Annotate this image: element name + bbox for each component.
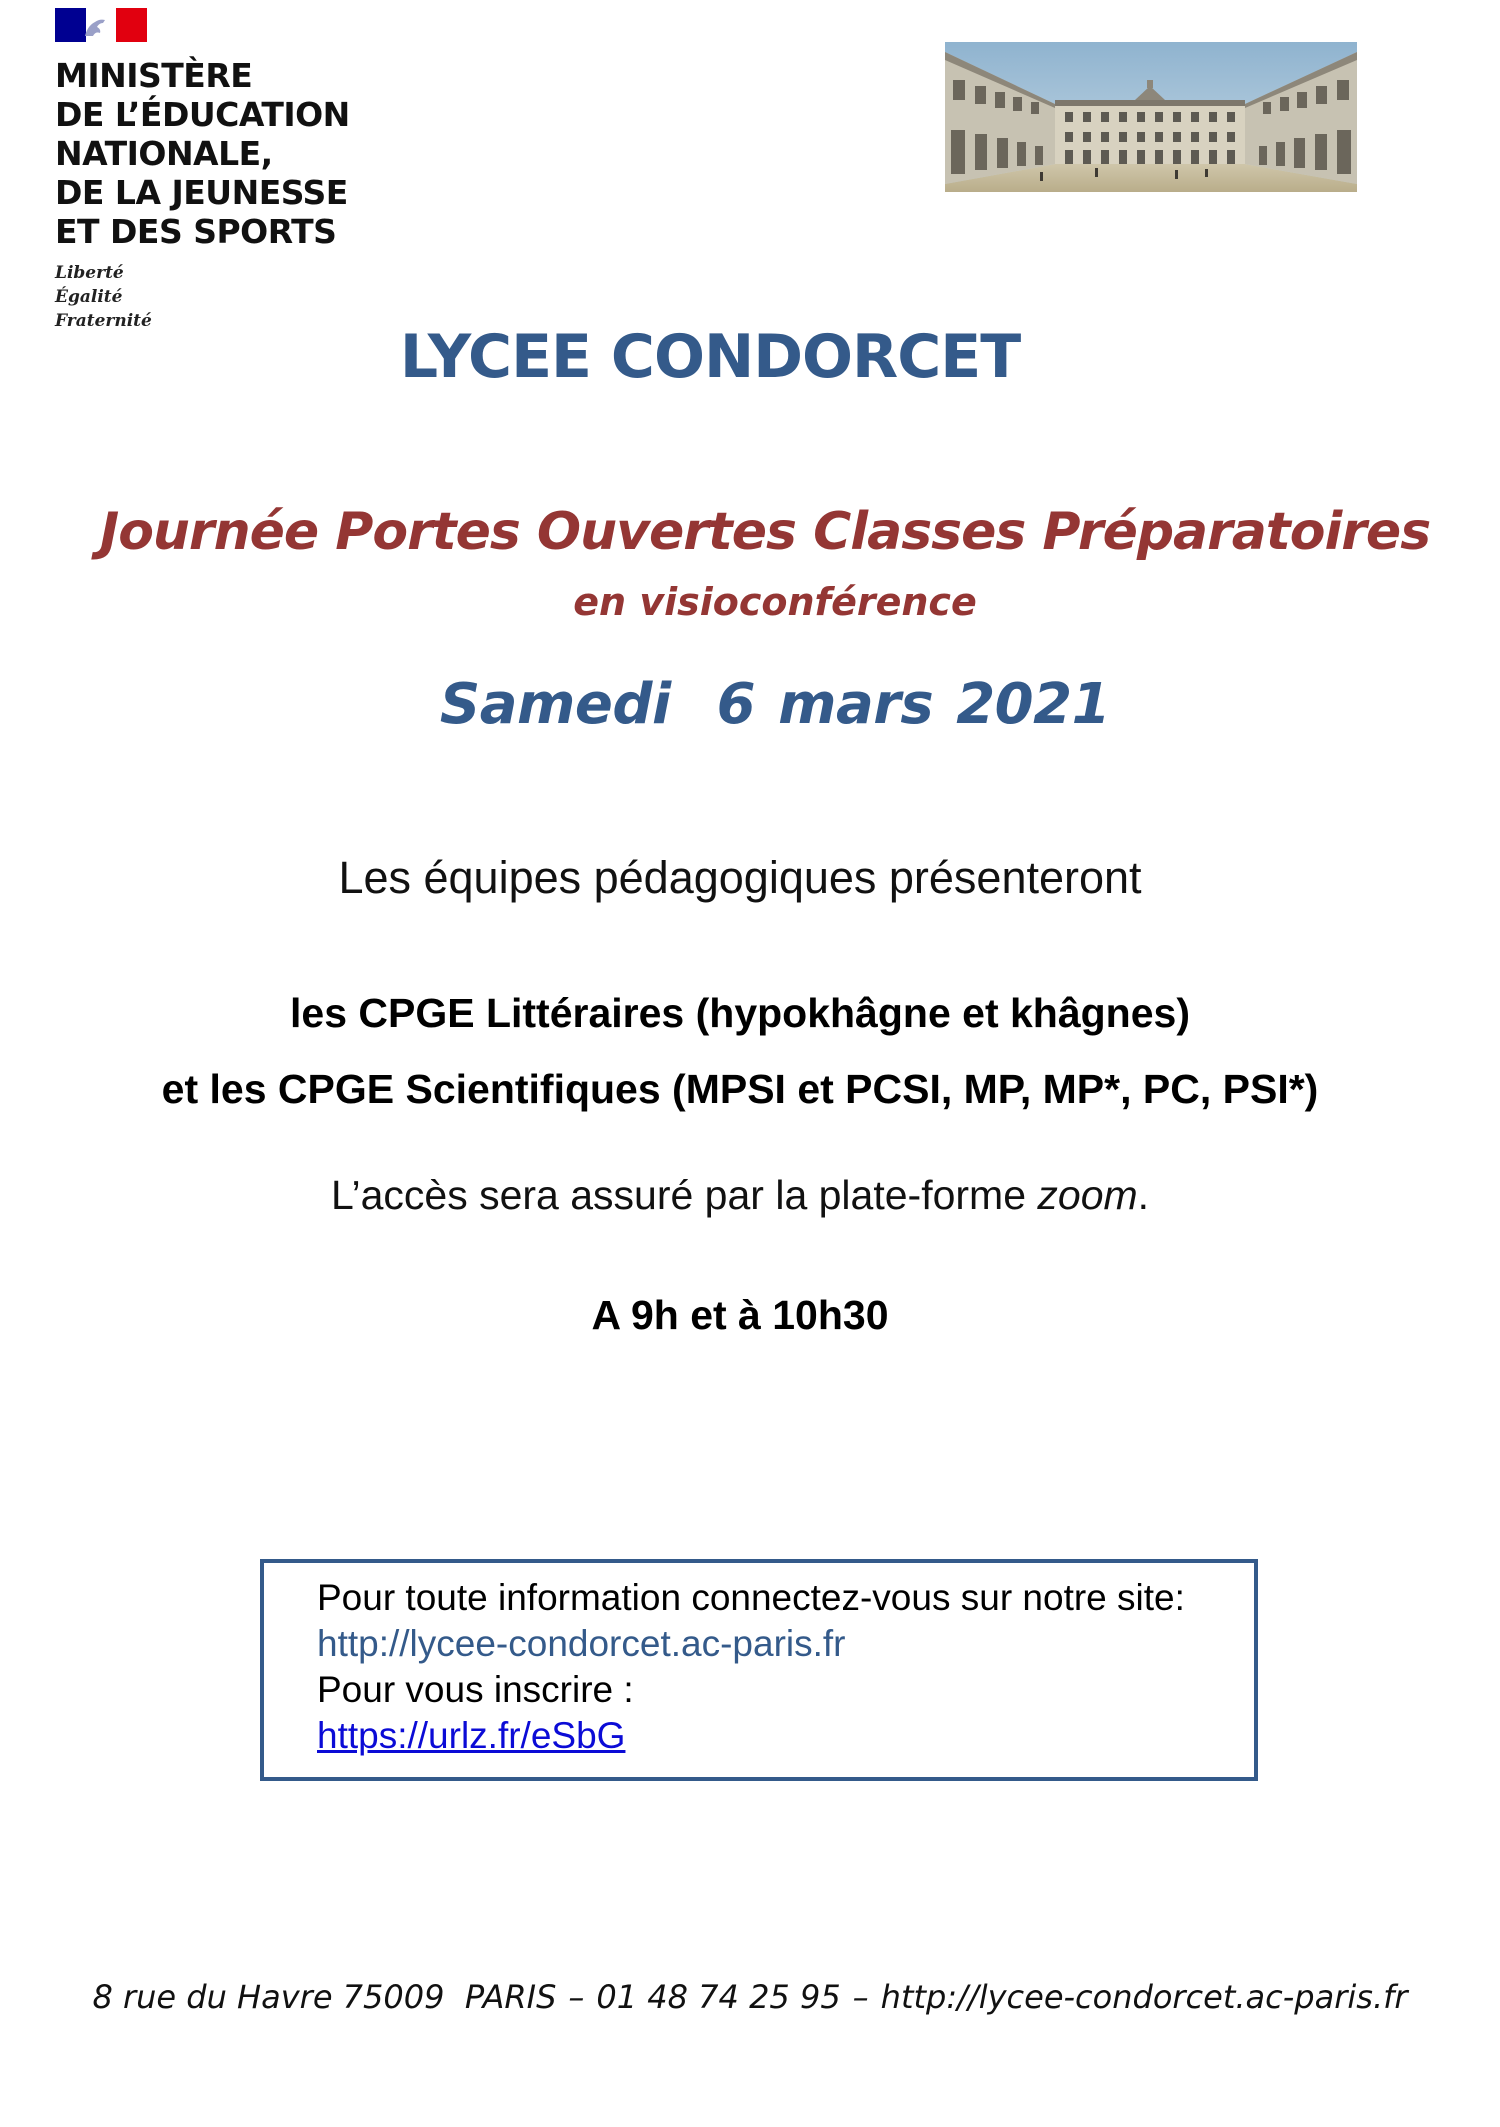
courtyard-engraving-icon [945,42,1357,192]
register-url-link[interactable]: https://urlz.fr/eSbG [317,1715,625,1756]
info-text: Pour toute information connectez-vous su… [317,1577,1185,1618]
ministry-name: MINISTÈRE DE L’ÉDUCATION NATIONALE, DE L… [55,56,385,251]
info-box: Pour toute information connectez-vous su… [260,1559,1258,1781]
event-title: Journée Portes Ouvertes Classes Préparat… [99,502,1431,562]
french-flag-icon [55,8,148,42]
event-date-text: Samedi 6 mars 2021 [439,672,1111,737]
event-format: en visioconférence [573,580,977,624]
ministry-name-line: DE LA JEUNESSE [55,173,348,212]
site-url-link[interactable]: http://lycee-condorcet.ac-paris.fr [317,1621,1254,1667]
ministry-name-line: MINISTÈRE [55,56,253,95]
cpge-literary-line: les CPGE Littéraires (hypokhâgne et khâg… [290,990,1190,1036]
access-text: L’accès sera assuré par la plate-forme z… [0,1172,1490,1219]
access-text-before: L’accès sera assuré par la plate-forme [330,1172,1038,1218]
footer-separator: – [852,1978,869,2016]
ministry-logo: MINISTÈRE DE L’ÉDUCATION NATIONALE, DE L… [55,8,385,333]
cpge-scientific-line: et les CPGE Scientifiques (MPSI et PCSI,… [161,1066,1319,1112]
register-text: Pour vous inscrire : [317,1669,634,1710]
motto-line: Égalité [55,287,123,307]
footer-website[interactable]: http://lycee-condorcet.ac-paris.fr [881,1978,1408,2016]
footer-contact: 8 rue du Havre 75009 PARIS –01 48 74 25 9… [0,1978,1500,2016]
ministry-name-line: ET DES SPORTS [55,212,337,251]
session-times: A 9h et à 10h30 [591,1292,889,1338]
school-name: LYCEE CONDORCET [399,322,1021,392]
event-date: Samedi 6 mars 2021 [25,672,1500,737]
footer-phone: 01 48 74 25 95 [596,1978,841,2016]
marianne-profile-icon [85,19,105,36]
footer-separator: – [568,1978,585,2016]
access-text-after: . [1137,1172,1150,1218]
access-platform: zoom [1037,1172,1138,1218]
intro-text: Les équipes pédagogiques présenteront [338,852,1142,903]
footer-address: 8 rue du Havre 75009 PARIS [92,1978,557,2016]
ministry-name-line: DE L’ÉDUCATION [55,95,350,134]
ministry-name-line: NATIONALE, [55,134,273,173]
motto-line: Liberté [55,263,124,283]
